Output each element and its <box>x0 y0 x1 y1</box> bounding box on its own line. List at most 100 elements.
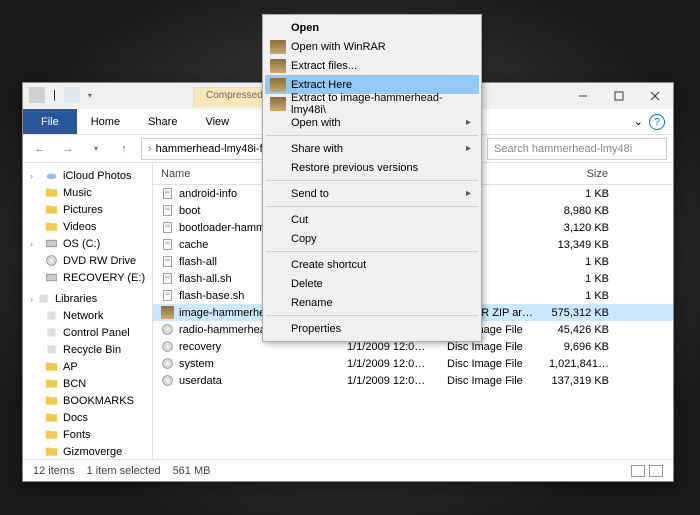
close-button[interactable] <box>637 84 673 108</box>
nav-history-button[interactable]: ▾ <box>85 138 107 160</box>
sidebar-item[interactable]: Recycle Bin <box>23 341 152 358</box>
sidebar-item[interactable]: ›iCloud Photos <box>23 167 152 184</box>
sidebar-item-label: Videos <box>63 221 96 233</box>
sidebar-item[interactable]: Pictures <box>23 201 152 218</box>
sidebar-item[interactable]: Music <box>23 184 152 201</box>
help-icon[interactable]: ? <box>649 114 665 130</box>
status-selection: 1 item selected <box>87 465 161 477</box>
menu-item[interactable]: Properties <box>265 319 479 338</box>
menu-item-label: Create shortcut <box>291 259 366 271</box>
tab-file[interactable]: File <box>23 109 77 134</box>
rar-icon <box>270 78 286 92</box>
sidebar-item-label: DVD RW Drive <box>63 255 136 267</box>
file-name: flash-all <box>179 255 217 267</box>
menu-item[interactable]: Cut <box>265 210 479 229</box>
sidebar-item[interactable]: Gizmoverge <box>23 443 152 459</box>
menu-item[interactable]: Open with WinRAR <box>265 37 479 56</box>
text-icon <box>161 187 175 201</box>
menu-item-label: Extract to image-hammerhead-lmy48i\ <box>291 92 461 116</box>
file-size: 1 KB <box>541 273 617 285</box>
menu-separator <box>266 251 478 252</box>
menu-item-label: Copy <box>291 233 317 245</box>
sidebar-item[interactable]: Videos <box>23 218 152 235</box>
menu-separator <box>266 206 478 207</box>
sidebar-item-label: OS (C:) <box>63 238 100 250</box>
sidebar-item[interactable]: BCN <box>23 375 152 392</box>
nav-back-button[interactable]: ← <box>29 138 51 160</box>
sidebar-item[interactable]: › OS (C:) <box>23 235 152 252</box>
tab-home[interactable]: Home <box>77 109 134 134</box>
submenu-arrow-icon: ▸ <box>466 117 471 128</box>
file-row[interactable]: userdata1/1/2009 12:00 AMDisc Image File… <box>153 372 673 389</box>
tab-share[interactable]: Share <box>134 109 191 134</box>
file-size: 3,120 KB <box>541 222 617 234</box>
menu-item[interactable]: Delete <box>265 274 479 293</box>
view-thumbnails-icon[interactable] <box>649 465 663 477</box>
text-icon <box>161 238 175 252</box>
file-size: 1 KB <box>541 188 617 200</box>
nav-up-button[interactable]: ↑ <box>113 138 135 160</box>
disc-icon <box>161 323 175 337</box>
sidebar-item[interactable]: Fonts <box>23 426 152 443</box>
menu-item[interactable]: Extract files... <box>265 56 479 75</box>
menu-item[interactable]: Extract to image-hammerhead-lmy48i\ <box>265 94 479 113</box>
rar-icon <box>270 40 286 54</box>
menu-item[interactable]: Share with▸ <box>265 139 479 158</box>
file-name: system <box>179 357 214 369</box>
menu-item[interactable]: Restore previous versions <box>265 158 479 177</box>
tab-view[interactable]: View <box>191 109 243 134</box>
menu-item[interactable]: Send to▸ <box>265 184 479 203</box>
disc-icon <box>45 254 58 267</box>
sidebar-item[interactable]: Docs <box>23 409 152 426</box>
sidebar-item-label: RECOVERY (E:) <box>63 272 145 284</box>
menu-item[interactable]: Copy <box>265 229 479 248</box>
breadcrumb-chev: › <box>148 143 152 155</box>
file-size: 137,319 KB <box>541 375 617 387</box>
menu-item-label: Open with WinRAR <box>291 41 386 53</box>
menu-item[interactable]: Open with ▸ <box>265 113 479 132</box>
qat-dropdown[interactable]: ▾ <box>88 91 92 100</box>
properties-icon[interactable] <box>64 87 80 103</box>
sidebar-item-label: Gizmoverge <box>63 446 122 458</box>
sidebar-item-label: AP <box>63 361 78 373</box>
sidebar-item-label: BOOKMARKS <box>63 395 134 407</box>
col-size[interactable]: Size <box>541 168 617 180</box>
ribbon-collapse-icon[interactable]: ⌄ <box>634 115 643 128</box>
file-name: flash-all.sh <box>179 272 232 284</box>
sidebar-item[interactable]: BOOKMARKS <box>23 392 152 409</box>
control-icon <box>45 326 58 339</box>
status-size: 561 MB <box>173 465 211 477</box>
sidebar-item[interactable]: DVD RW Drive <box>23 252 152 269</box>
sidebar-item-label: Network <box>63 310 103 322</box>
sidebar-item[interactable]: ›Libraries <box>23 290 152 307</box>
disc-icon <box>161 340 175 354</box>
rar-icon <box>270 97 286 111</box>
menu-separator <box>266 135 478 136</box>
sidebar-item[interactable]: AP <box>23 358 152 375</box>
cloud-icon <box>45 169 58 182</box>
file-size: 1 KB <box>541 256 617 268</box>
menu-item-label: Extract files... <box>291 60 357 72</box>
sidebar-item-label: Fonts <box>63 429 91 441</box>
menu-item-label: Open with <box>291 117 341 129</box>
sidebar-item[interactable]: Control Panel <box>23 324 152 341</box>
expand-icon[interactable]: › <box>30 294 33 304</box>
menu-item[interactable]: Open <box>265 18 479 37</box>
folder-icon <box>45 445 58 458</box>
minimize-button[interactable] <box>565 84 601 108</box>
file-row[interactable]: system1/1/2009 12:00 AMDisc Image File1,… <box>153 355 673 372</box>
view-details-icon[interactable] <box>631 465 645 477</box>
expand-icon[interactable]: › <box>30 171 33 181</box>
context-menu[interactable]: Open Open with WinRAR Extract files... Extr… <box>262 14 482 342</box>
sidebar[interactable]: ›iCloud PhotosMusicPictures Videos › OS (C:… <box>23 163 153 459</box>
statusbar: 12 items 1 item selected 561 MB <box>23 459 673 481</box>
menu-item[interactable]: Rename <box>265 293 479 312</box>
maximize-button[interactable] <box>601 84 637 108</box>
file-name: flash-base.sh <box>179 289 244 301</box>
sidebar-item[interactable]: Network <box>23 307 152 324</box>
nav-forward-button[interactable]: → <box>57 138 79 160</box>
search-input[interactable]: Search hammerhead-lmy48i <box>487 138 667 160</box>
sidebar-item[interactable]: RECOVERY (E:) <box>23 269 152 286</box>
menu-item[interactable]: Create shortcut <box>265 255 479 274</box>
expand-icon[interactable]: › <box>30 239 33 249</box>
